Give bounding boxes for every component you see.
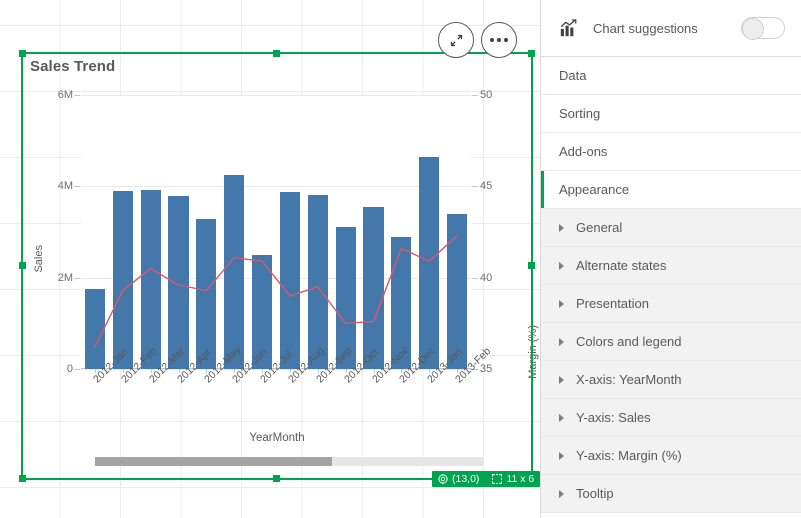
panel-section-label: Add-ons (559, 144, 608, 159)
y-axis-left-tick-mark (74, 186, 80, 188)
badge-size: 11 x 6 (506, 473, 535, 485)
panel-subsections: General Alternate states Presentation Color… (541, 209, 801, 513)
chevron-right-icon (559, 451, 564, 460)
y-axis-right-tick-mark (472, 277, 478, 279)
x-axis-title: YearMonth (249, 432, 305, 444)
y-axis-left-tick-mark (74, 369, 80, 370)
panel-section-sorting[interactable]: Sorting (541, 95, 801, 133)
panel-subsection-label: Y-axis: Margin (%) (576, 448, 682, 463)
y-axis-right-tick-label: 50 (480, 89, 493, 101)
panel-subsection-colors-and-legend[interactable]: Colors and legend (541, 323, 801, 361)
chart-suggestions-toggle[interactable] (741, 17, 785, 40)
panel-subsection-general[interactable]: General (541, 209, 801, 247)
panel-subsection-label: Colors and legend (576, 334, 682, 349)
y-axis-right-tick-mark (472, 95, 478, 96)
plot-area[interactable]: 0 2M 4M 6M 35 40 45 50 (58, 89, 493, 375)
more-options-button[interactable] (481, 22, 517, 58)
badge-position: (13,0) (452, 473, 480, 485)
toggle-knob (742, 17, 764, 40)
chart-object[interactable]: Sales Trend Sales Margin (%) 0 2M 4M 6M 35 4… (23, 54, 539, 478)
margin-line (94, 235, 458, 348)
panel-subsection-alternate-states[interactable]: Alternate states (541, 247, 801, 285)
chart-scrollbar-thumb[interactable] (95, 457, 333, 466)
chevron-right-icon (559, 299, 564, 308)
panel-subsection-label: Alternate states (576, 258, 667, 273)
qlik-chart-editor: Sales Trend Sales Margin (%) 0 2M 4M 6M 35 4… (0, 0, 801, 518)
y-axis-right-title: Margin (%) (526, 325, 539, 379)
line-series (94, 235, 458, 348)
resize-icon (492, 474, 503, 484)
panel-subsection-tooltip[interactable]: Tooltip (541, 475, 801, 513)
y-axis-left-tick-label: 6M (57, 89, 73, 101)
panel-subsection-label: Tooltip (576, 486, 614, 501)
property-panel: Chart suggestions Data Sorting Add-ons Appe… (540, 0, 801, 518)
panel-section-label: Data (559, 68, 587, 83)
chevron-right-icon (559, 489, 564, 498)
panel-subsection-label: Presentation (576, 296, 649, 311)
y-axis-right-tick-label: 45 (480, 180, 493, 193)
panel-section-add-ons[interactable]: Add-ons (541, 133, 801, 171)
y-axis-left-tick-label: 4M (57, 180, 73, 193)
chart-scrollbar-track[interactable] (95, 457, 484, 466)
y-axis-right-tick-label: 40 (480, 271, 493, 284)
panel-subsection-y-axis-margin-[interactable]: Y-axis: Margin (%) (541, 437, 801, 475)
sheet-canvas: Sales Trend Sales Margin (%) 0 2M 4M 6M 35 4… (0, 0, 540, 518)
target-icon (438, 474, 448, 484)
fullscreen-button[interactable] (438, 22, 474, 58)
chart-suggestions-icon (559, 17, 581, 39)
panel-section-data[interactable]: Data (541, 57, 801, 95)
y-axis-left-tick-mark (74, 95, 80, 96)
ellipsis-icon (490, 38, 508, 42)
y-axis-left-tick-label: 0 (66, 363, 73, 375)
chevron-right-icon (559, 223, 564, 232)
panel-section-appearance[interactable]: Appearance (541, 171, 801, 209)
y-axis-left-tick-label: 2M (57, 271, 73, 284)
panel-section-label: Sorting (559, 106, 601, 121)
chart-suggestions-label: Chart suggestions (593, 20, 698, 36)
chevron-right-icon (559, 337, 564, 346)
panel-subsection-presentation[interactable]: Presentation (541, 285, 801, 323)
panel-subsection-label: General (576, 220, 623, 235)
chevron-right-icon (559, 413, 564, 422)
panel-sections: Data Sorting Add-ons Appearance (541, 57, 801, 209)
expand-icon (450, 34, 462, 46)
y-axis-left-title: Sales (32, 245, 45, 273)
panel-subsection-label: X-axis: YearMonth (576, 372, 682, 387)
panel-section-label: Appearance (559, 182, 630, 197)
chevron-right-icon (559, 375, 564, 384)
plot-wrapper: Sales Margin (%) 0 2M 4M 6M 35 40 45 50 2012-J… (23, 87, 539, 387)
status-badge: (13,0) 11 x 6 (432, 471, 540, 487)
chevron-right-icon (559, 261, 564, 270)
panel-subsection-y-axis-sales[interactable]: Y-axis: Sales (541, 399, 801, 437)
chart-suggestions-row[interactable]: Chart suggestions (541, 0, 801, 57)
y-axis-right-tick-mark (472, 186, 478, 188)
chart-title: Sales Trend (30, 58, 116, 75)
panel-subsection-label: Y-axis: Sales (576, 410, 651, 425)
panel-subsection-x-axis-yearmonth[interactable]: X-axis: YearMonth (541, 361, 801, 399)
y-axis-left-tick-mark (74, 277, 80, 279)
